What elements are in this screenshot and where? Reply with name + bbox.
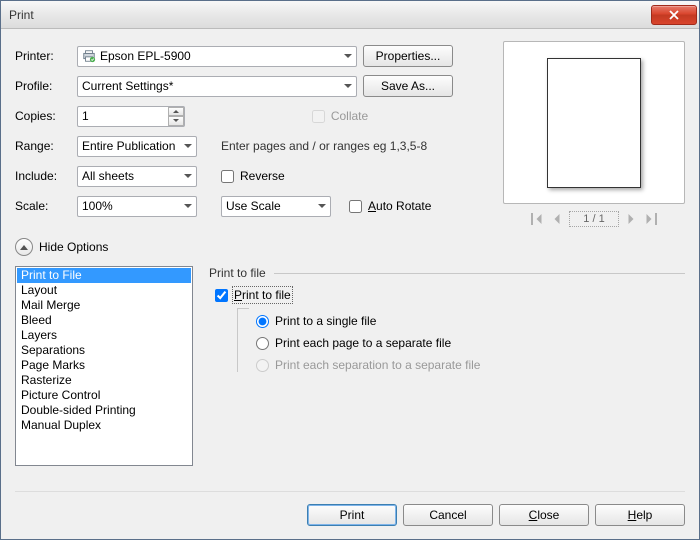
last-page-button[interactable] (643, 211, 659, 227)
profile-dropdown[interactable]: Current Settings* (77, 76, 357, 97)
chevron-down-icon (344, 84, 352, 88)
copies-down-button[interactable] (168, 116, 184, 126)
options-item[interactable]: Layout (17, 283, 191, 298)
options-item[interactable]: Page Marks (17, 358, 191, 373)
hide-options-label: Hide Options (39, 240, 108, 254)
printer-label: Printer: (15, 49, 71, 63)
reverse-label: Reverse (240, 169, 285, 183)
help-button[interactable]: Help (595, 504, 685, 526)
copies-label: Copies: (15, 109, 71, 123)
chevron-down-icon (318, 204, 326, 208)
print-preview (503, 41, 685, 204)
chevron-down-icon (344, 54, 352, 58)
next-page-button[interactable] (623, 211, 639, 227)
panel-title: Print to file (209, 266, 266, 280)
print-to-file-panel: Print to file Print to file Print to a s… (209, 266, 685, 491)
client-area: Printer: Epson EPL-5900 Properties... Pr… (1, 29, 699, 539)
radio-each-page-label: Print each page to a separate file (275, 336, 451, 350)
radio-each-page[interactable]: Print each page to a separate file (256, 336, 685, 350)
options-item[interactable]: Double-sided Printing (17, 403, 191, 418)
include-dropdown[interactable]: All sheets (77, 166, 197, 187)
options-item[interactable]: Layers (17, 328, 191, 343)
scale-label: Scale: (15, 199, 71, 213)
divider (274, 273, 685, 274)
profile-label: Profile: (15, 79, 71, 93)
scale-mode-value: Use Scale (226, 199, 281, 213)
copies-spinner[interactable]: 1 (77, 106, 185, 127)
options-item[interactable]: Rasterize (17, 373, 191, 388)
hide-options-toggle[interactable]: Hide Options (15, 238, 108, 256)
include-value: All sheets (82, 169, 134, 183)
prev-page-button[interactable] (549, 211, 565, 227)
close-window-button[interactable] (651, 5, 697, 25)
print-button[interactable]: Print (307, 504, 397, 526)
printer-dropdown[interactable]: Epson EPL-5900 (77, 46, 357, 67)
print-to-file-checkbox[interactable]: Print to file (215, 288, 291, 302)
radio-each-separation: Print each separation to a separate file (256, 358, 685, 372)
properties-button[interactable]: Properties... (363, 45, 453, 67)
range-hint: Enter pages and / or ranges eg 1,3,5-8 (221, 139, 427, 153)
range-dropdown[interactable]: Entire Publication (77, 136, 197, 157)
auto-rotate-checkbox[interactable]: Auto Rotate (349, 199, 431, 213)
preview-navigation: 1 / 1 (503, 208, 685, 230)
dialog-footer: Print Cancel Close Help (15, 491, 685, 529)
chevron-down-icon (184, 174, 192, 178)
options-item[interactable]: Print to File (17, 268, 191, 283)
collate-checkbox[interactable]: Collate (312, 109, 368, 123)
profile-value: Current Settings* (82, 79, 173, 93)
preview-page (547, 58, 641, 188)
print-dialog: Print Printer: Epson EPL-5900 Properties… (0, 0, 700, 540)
options-item[interactable]: Manual Duplex (17, 418, 191, 433)
titlebar: Print (1, 1, 699, 29)
options-item[interactable]: Separations (17, 343, 191, 358)
cancel-button[interactable]: Cancel (403, 504, 493, 526)
radio-single-file-label: Print to a single file (275, 314, 376, 328)
include-label: Include: (15, 169, 71, 183)
copies-up-button[interactable] (168, 107, 184, 117)
first-page-button[interactable] (529, 211, 545, 227)
scale-dropdown[interactable]: 100% (77, 196, 197, 217)
range-label: Range: (15, 139, 71, 153)
options-item[interactable]: Picture Control (17, 388, 191, 403)
close-button[interactable]: Close (499, 504, 589, 526)
options-item[interactable]: Mail Merge (17, 298, 191, 313)
radio-single-file[interactable]: Print to a single file (256, 314, 685, 328)
copies-value: 1 (82, 109, 89, 123)
window-title: Print (9, 8, 651, 22)
printer-value: Epson EPL-5900 (100, 49, 191, 63)
scale-mode-dropdown[interactable]: Use Scale (221, 196, 331, 217)
close-icon (669, 10, 679, 20)
auto-rotate-label: Auto Rotate (368, 199, 431, 213)
range-value: Entire Publication (82, 139, 175, 153)
options-item[interactable]: Bleed (17, 313, 191, 328)
chevron-up-icon (15, 238, 33, 256)
page-indicator: 1 / 1 (569, 211, 619, 227)
save-as-button[interactable]: Save As... (363, 75, 453, 97)
chevron-down-icon (184, 204, 192, 208)
scale-value: 100% (82, 199, 113, 213)
reverse-checkbox[interactable]: Reverse (221, 169, 285, 183)
printer-icon (82, 49, 96, 63)
radio-each-separation-label: Print each separation to a separate file (275, 358, 480, 372)
print-to-file-label: Print to file (234, 288, 291, 302)
chevron-down-icon (184, 144, 192, 148)
collate-label: Collate (331, 109, 368, 123)
options-listbox[interactable]: Print to FileLayoutMail MergeBleedLayers… (15, 266, 193, 466)
